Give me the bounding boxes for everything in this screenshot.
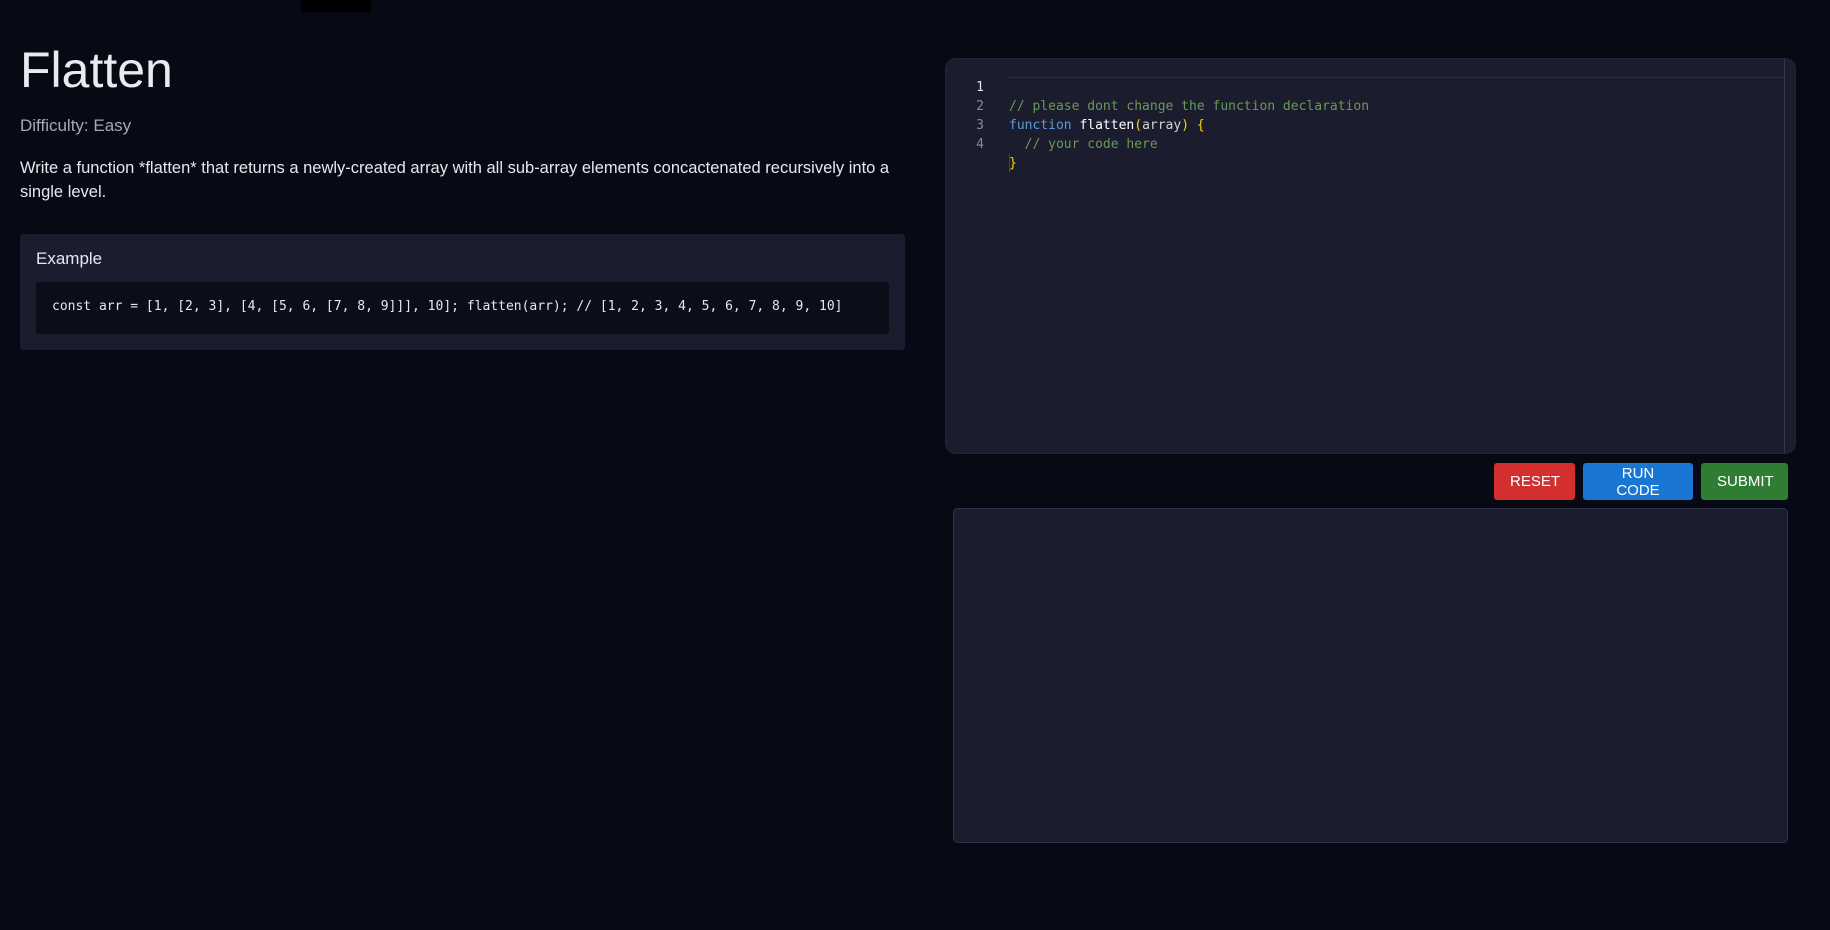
problem-description: Write a function *flatten* that returns … [20,159,890,201]
example-title: Example [36,249,103,268]
code-brace: } [1009,156,1017,171]
page: Flatten Difficulty: Easy Write a functio… [0,0,1830,930]
submit-button[interactable]: SUBMIT [1701,463,1788,500]
top-tab-indicator [301,0,371,12]
code-line[interactable]: 4 } [946,116,1795,171]
output-console [953,508,1788,843]
difficulty-label: Difficulty: Easy [20,116,132,135]
problem-title: Flatten [20,42,173,98]
example-box: Example const arr = [1, [2, 3], [4, [5, … [20,234,905,350]
problem-panel: Flatten Difficulty: Easy Write a functio… [20,38,905,350]
code-editor[interactable]: 1 // please dont change the function dec… [945,58,1796,454]
code-line[interactable]: 1 // please dont change the function dec… [946,59,1795,114]
run-code-button[interactable]: RUN CODE [1583,463,1693,500]
line-number: 4 [976,137,984,152]
code-comment: // your code here [1024,137,1158,152]
example-code: const arr = [1, [2, 3], [4, [5, 6, [7, 8… [36,282,889,334]
reset-button[interactable]: RESET [1494,463,1575,500]
code-line[interactable]: 2 function flatten(array) { [946,78,1795,133]
code-line[interactable]: 3 // your code here [946,97,1795,152]
action-buttons: RESET RUN CODE SUBMIT [1494,463,1788,500]
